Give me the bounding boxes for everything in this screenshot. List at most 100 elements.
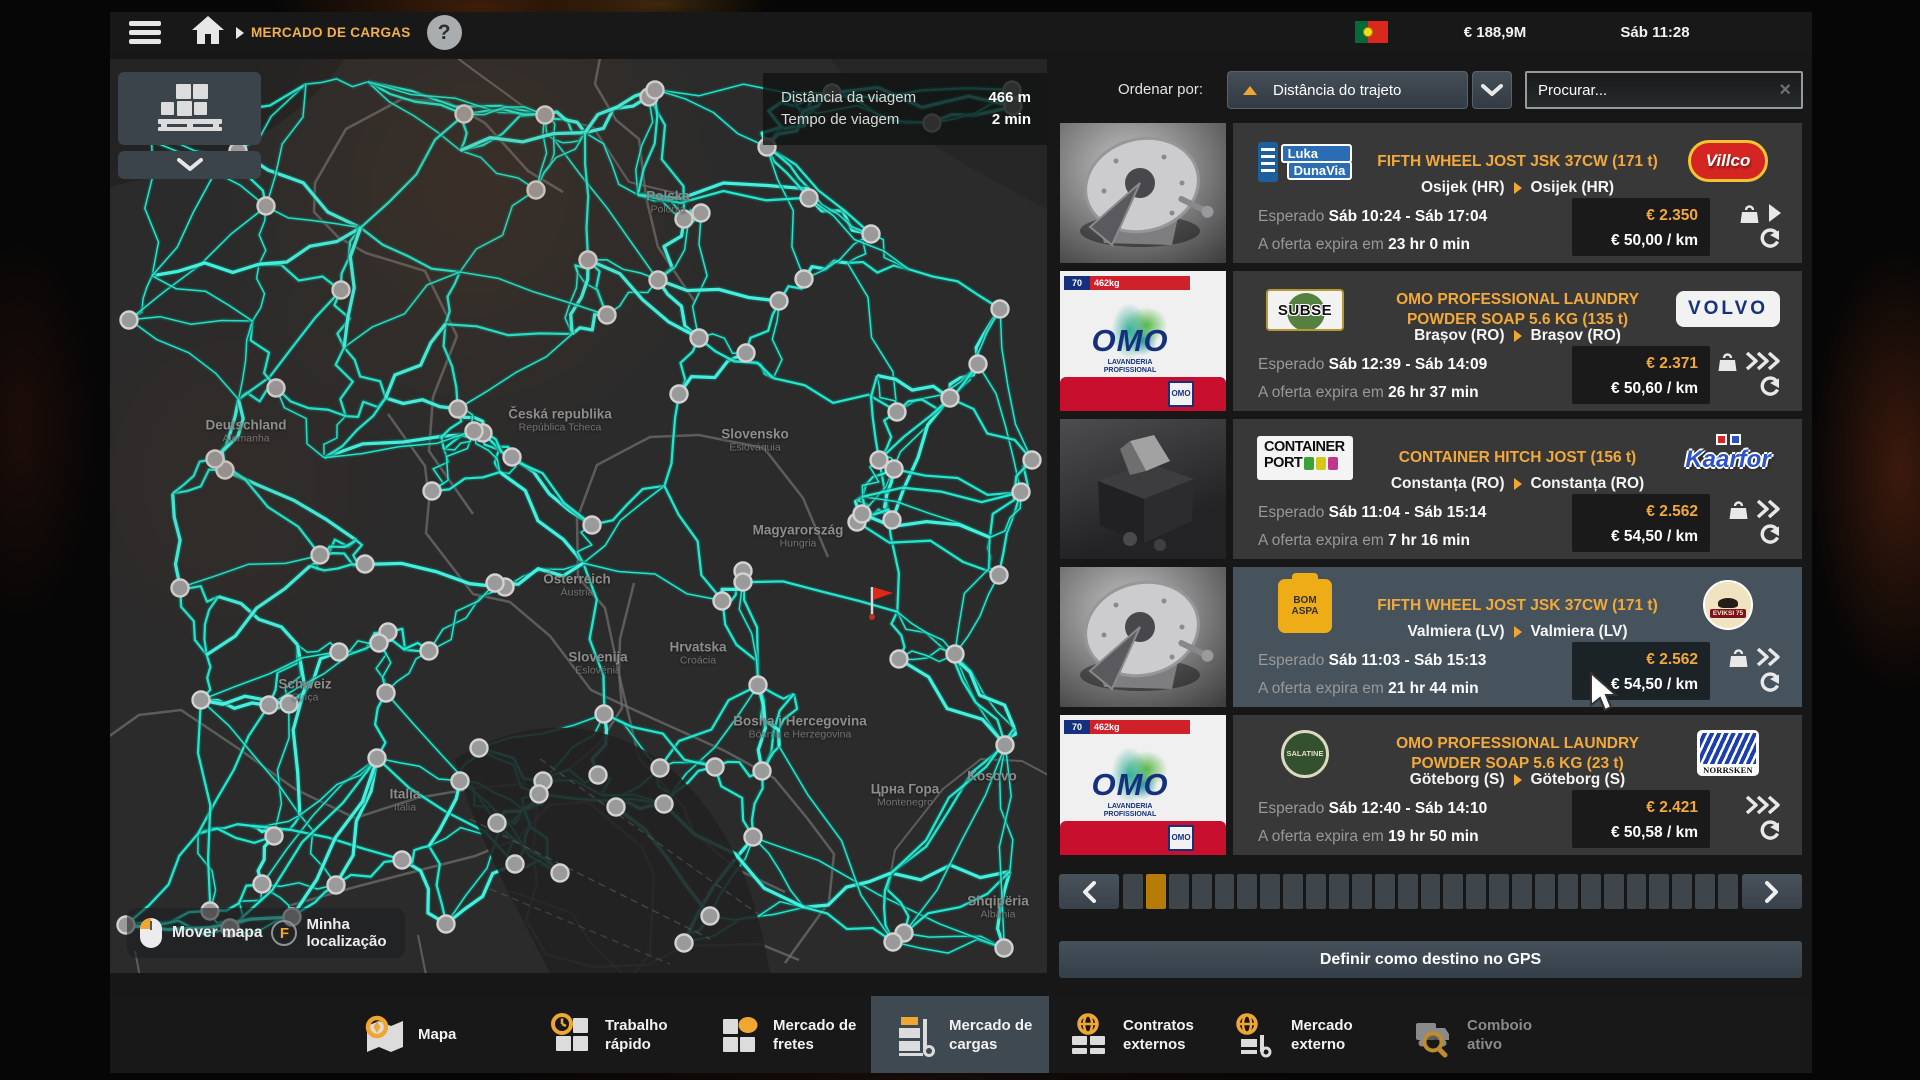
bottom-navigation: MapaTrabalhorápidoMercado defretesMercad… <box>110 996 1812 1073</box>
page-square[interactable] <box>1306 874 1326 909</box>
nav-item-quickjob[interactable]: Trabalhorápido <box>547 996 668 1073</box>
page-square[interactable] <box>1398 874 1418 909</box>
page-square[interactable] <box>1283 874 1303 909</box>
container-hitch-photo <box>1060 419 1226 559</box>
price-box: € 2.562€ 54,50 / km <box>1572 494 1710 552</box>
offer-card[interactable]: BOMASPAFIFTH WHEEL JOST JSK 37CW (171 t)… <box>1059 567 1802 707</box>
country-label: Црна ГораMontenegro <box>871 782 940 809</box>
country-label: ShqipëriaAlbânia <box>967 894 1029 921</box>
nav-item-cargo[interactable]: Mercado decargas <box>871 996 1049 1073</box>
page-square[interactable] <box>1604 874 1624 909</box>
page-square[interactable] <box>1375 874 1395 909</box>
page-square-active[interactable] <box>1146 874 1166 909</box>
cargo-image: 70462kgOMOLAVANDERIAPROFISSIONALOMO <box>1060 271 1226 411</box>
next-page-button[interactable] <box>1742 874 1802 909</box>
player-location-flag-icon <box>867 584 897 620</box>
nav-item-freight[interactable]: Mercado defretes <box>715 996 856 1073</box>
offer-recurring <box>1758 523 1780 545</box>
trip-distance-label: Distância da viagem <box>781 87 916 109</box>
offer-card[interactable]: LukaDunaViaFIFTH WHEEL JOST JSK 37CW (17… <box>1059 123 1802 263</box>
page-square[interactable] <box>1466 874 1486 909</box>
route-map[interactable]: PolskaPolóniaDeutschlandAlemanhaČeská re… <box>110 59 1047 973</box>
country-label: PolskaPolónia <box>646 189 690 216</box>
page-square[interactable] <box>1237 874 1257 909</box>
offer-recurring <box>1758 671 1780 693</box>
offer-flags <box>1717 349 1782 373</box>
move-map-hint: Mover mapa <box>172 924 262 942</box>
active-convoy-icon <box>1409 1011 1457 1059</box>
offer-flags <box>1728 645 1782 669</box>
page-square[interactable] <box>1627 874 1647 909</box>
page-square[interactable] <box>1489 874 1509 909</box>
prev-page-button[interactable] <box>1059 874 1119 909</box>
pagination <box>1059 874 1802 909</box>
page-square[interactable] <box>1329 874 1349 909</box>
collapse-map-controls-button[interactable] <box>118 151 261 179</box>
clear-search-icon[interactable]: × <box>1779 79 1791 102</box>
nav-item-contracts[interactable]: Contratosexternos <box>1065 996 1194 1073</box>
country-label: SchweizSuíça <box>278 677 331 704</box>
nav-item-extmarket[interactable]: Mercadoexterno <box>1233 996 1353 1073</box>
country-label: Česká republikaRepública Tcheca <box>508 407 612 434</box>
recurring-job-icon <box>1758 672 1780 693</box>
cargo-market-icon <box>891 1011 939 1059</box>
page-square[interactable] <box>1260 874 1280 909</box>
offer-route: Brașov (RO)Brașov (RO) <box>1333 325 1702 347</box>
offer-flags <box>1745 793 1782 817</box>
page-square[interactable] <box>1535 874 1555 909</box>
route-arrow-icon <box>1514 478 1522 490</box>
country-label: Kosovo <box>967 769 1017 784</box>
route-arrow-icon <box>1514 626 1522 638</box>
set-gps-destination-button[interactable]: Definir como destino no GPS <box>1059 941 1802 978</box>
country-label: SlovenskoEslováquia <box>721 427 789 454</box>
offer-recurring <box>1758 227 1780 249</box>
country-label: MagyarországHungria <box>753 523 844 550</box>
offer-route: Valmiera (LV)Valmiera (LV) <box>1333 621 1702 643</box>
page-square[interactable] <box>1421 874 1441 909</box>
page-square[interactable] <box>1215 874 1235 909</box>
freight-offers-panel: Ordenar por: Distância do trajeto Procur… <box>1059 59 1802 973</box>
page-square[interactable] <box>1672 874 1692 909</box>
offer-card[interactable]: 70462kgOMOLAVANDERIAPROFISSIONALOMOSUBSE… <box>1059 271 1802 411</box>
nav-item-map[interactable]: Mapa <box>360 996 456 1073</box>
trip-time-label: Tempo de viagem <box>781 109 899 131</box>
page-square[interactable] <box>1443 874 1463 909</box>
route-to: Osijek (HR) <box>1531 179 1615 197</box>
offer-price: € 2.421 <box>1572 795 1698 821</box>
page-square[interactable] <box>1558 874 1578 909</box>
page-square[interactable] <box>1695 874 1715 909</box>
page-square[interactable] <box>1649 874 1669 909</box>
country-label: Bosna i HercegovinaBósnia e Herzegovina <box>733 714 867 741</box>
nav-item-convoy[interactable]: Comboioativo <box>1409 996 1532 1073</box>
cargo-image <box>1060 567 1226 707</box>
page-square[interactable] <box>1512 874 1532 909</box>
cargo-advisor-button[interactable] <box>118 72 261 145</box>
sort-dropdown[interactable]: Distância do trajeto <box>1227 71 1468 109</box>
page-square[interactable] <box>1352 874 1372 909</box>
search-input[interactable]: Procurar... × <box>1525 71 1803 109</box>
page-square[interactable] <box>1581 874 1601 909</box>
trip-info-box: Distância da viagem 466 m Tempo de viagem… <box>763 73 1047 145</box>
page-square[interactable] <box>1169 874 1189 909</box>
country-label: HrvatskaCroácia <box>669 640 726 667</box>
price-box: € 2.371€ 50,60 / km <box>1572 346 1710 404</box>
offer-times: Esperado Sáb 11:04 - Sáb 15:14A oferta e… <box>1258 499 1486 555</box>
home-icon[interactable] <box>190 14 226 51</box>
offer-card[interactable]: CONTAINERPORTCONTAINER HITCH JOST (156 t… <box>1059 419 1802 559</box>
sort-dropdown-open-button[interactable] <box>1472 71 1512 109</box>
route-from: Valmiera (LV) <box>1407 623 1504 641</box>
page-square[interactable] <box>1192 874 1212 909</box>
menu-icon[interactable] <box>129 21 161 44</box>
page-square[interactable] <box>1123 874 1143 909</box>
omo-soap-photo: 70462kgOMOLAVANDERIAPROFISSIONALOMO <box>1060 271 1226 411</box>
trip-distance-value: 466 m <box>988 87 1031 109</box>
page-square[interactable] <box>1718 874 1738 909</box>
route-arrow-icon <box>1514 182 1522 194</box>
breadcrumb: MERCADO DE CARGAS <box>251 25 411 40</box>
offer-price-per-km: € 50,00 / km <box>1572 229 1698 253</box>
offer-recurring <box>1758 819 1780 841</box>
offer-card[interactable]: 70462kgOMOLAVANDERIAPROFISSIONALOMOSALAT… <box>1059 715 1802 855</box>
route-to: Göteborg (S) <box>1531 771 1626 789</box>
urgency-icon <box>1756 499 1782 519</box>
help-button[interactable]: ? <box>427 15 462 50</box>
